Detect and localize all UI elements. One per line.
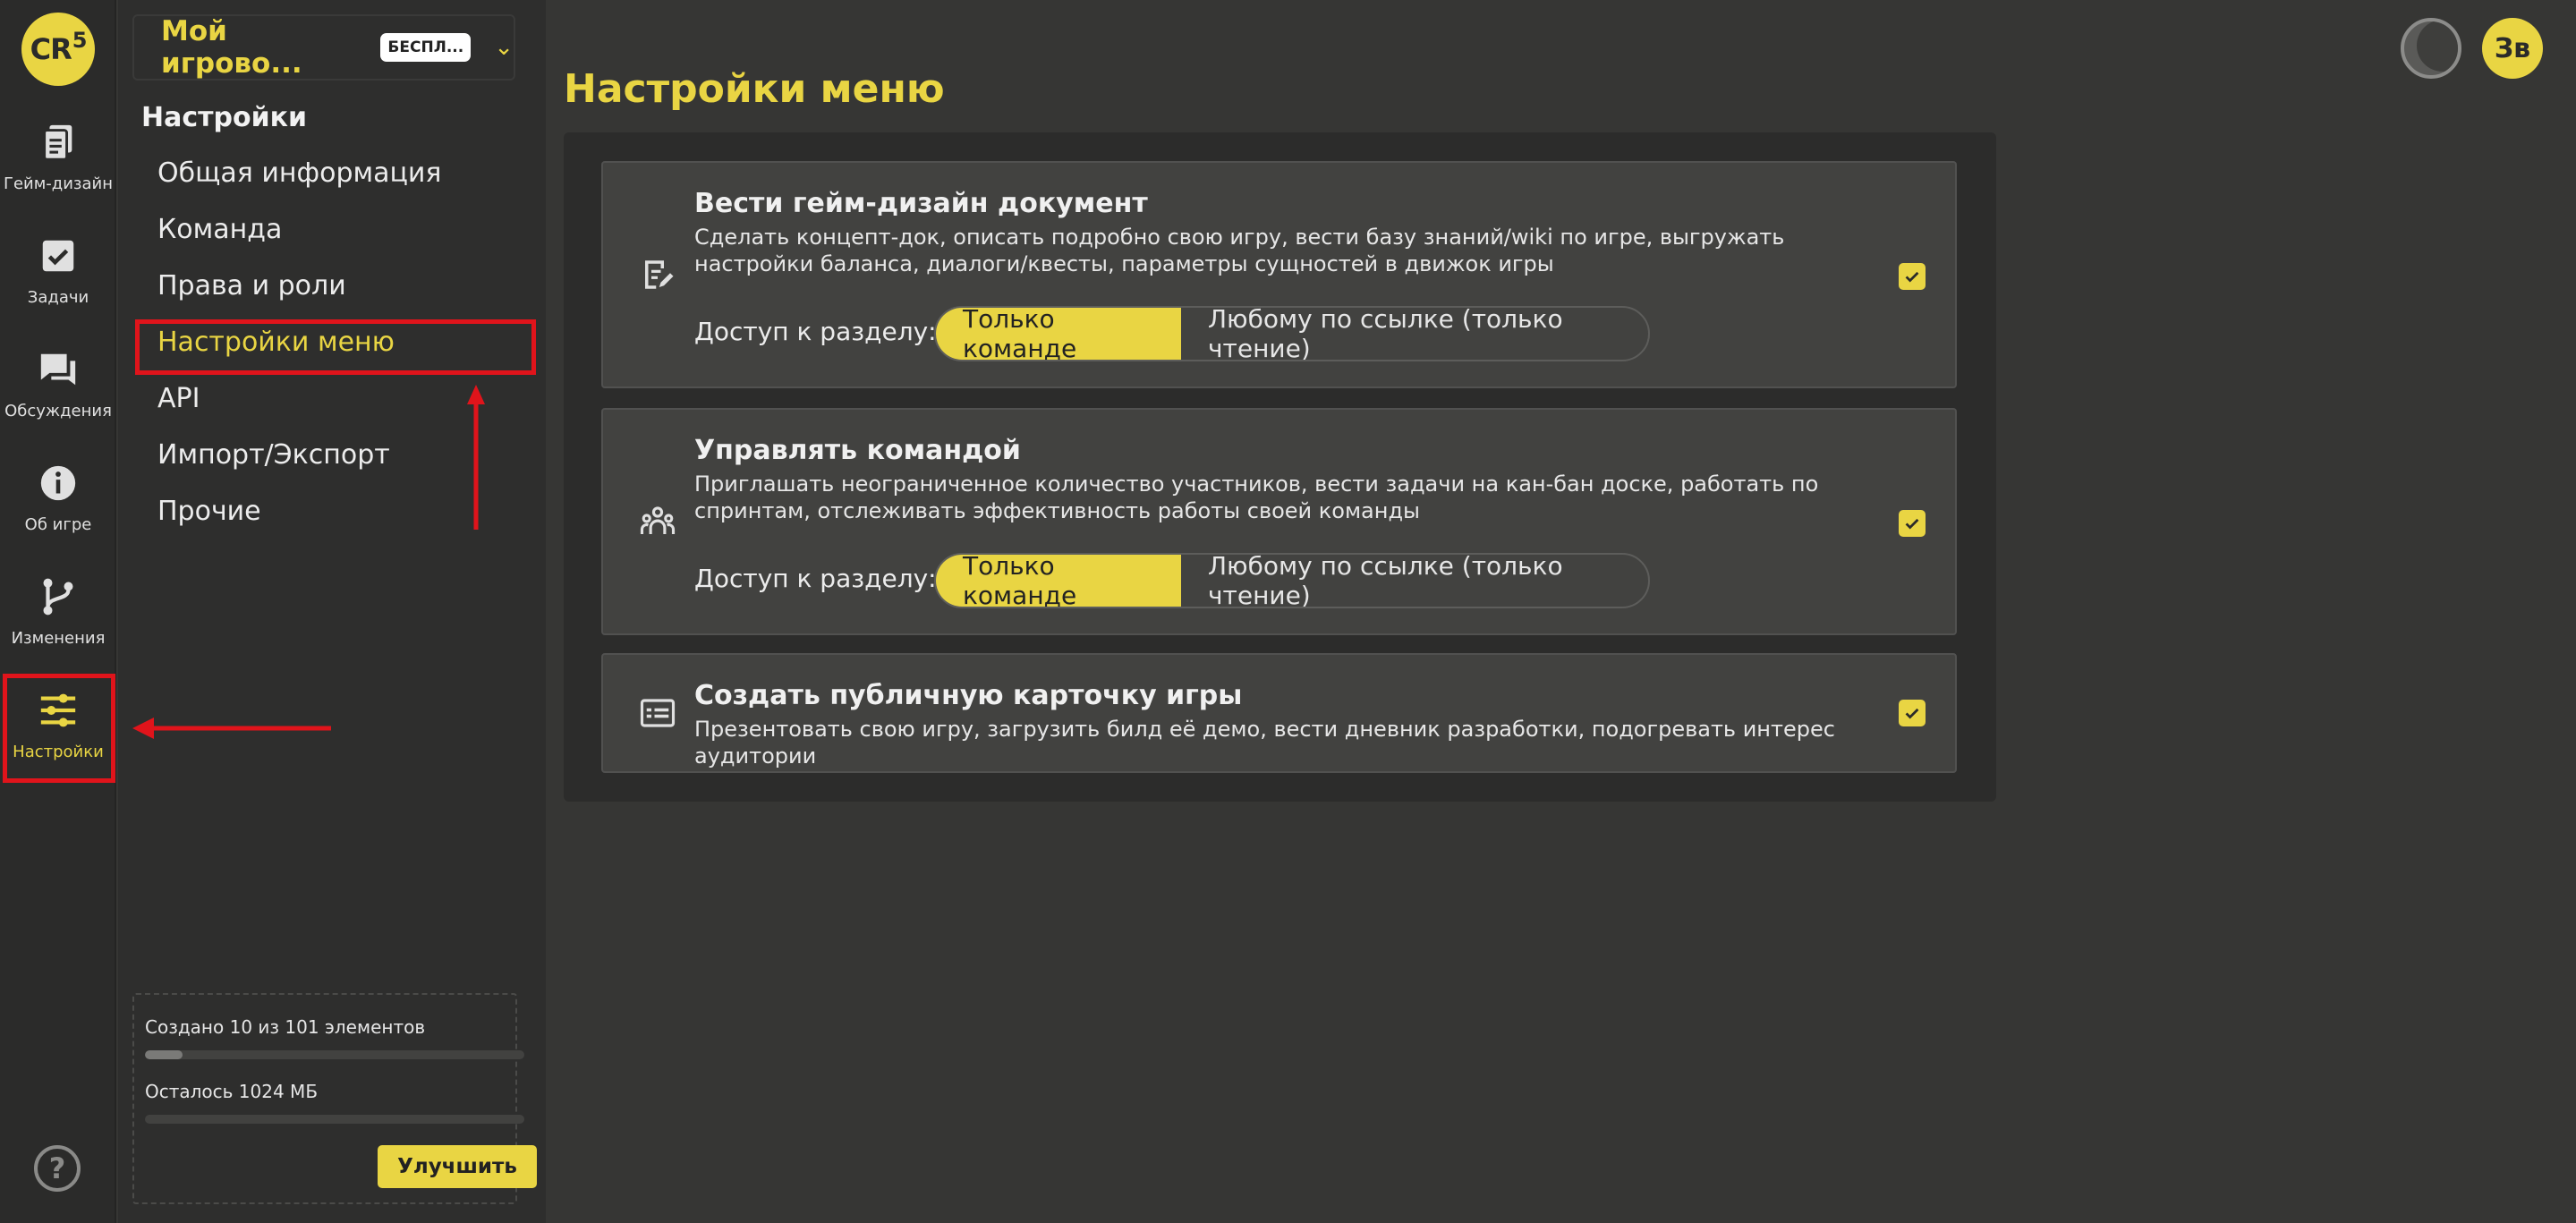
elements-usage-fill [145, 1050, 183, 1059]
theme-toggle-moon-icon[interactable] [2401, 18, 2461, 79]
rail-item-discussions[interactable]: Обсуждения [0, 327, 116, 431]
access-label: Доступ к разделу: [694, 564, 937, 593]
storage-usage-label: Осталось 1024 МБ [145, 1081, 319, 1102]
rail-label: Обсуждения [4, 402, 112, 420]
chevron-down-icon: ⌄ [494, 34, 514, 61]
card-enabled-checkbox[interactable] [1899, 263, 1926, 290]
rail-label: Задачи [27, 288, 89, 307]
help-glyph: ? [48, 1151, 66, 1185]
rail-label: Об игре [24, 515, 92, 534]
info-icon [35, 460, 81, 506]
menu-item-api[interactable]: API [157, 383, 200, 414]
rail-item-about-game[interactable]: Об игре [0, 441, 116, 545]
access-label: Доступ к разделу: [694, 317, 937, 346]
card-title: Создать публичную карточку игры [694, 680, 1243, 711]
card-game-design-doc: Вести гейм-дизайн документ Сделать конце… [601, 161, 1957, 388]
card-description: Сделать концепт-док, описать подробно св… [694, 225, 1785, 276]
elements-usage-bar [145, 1050, 524, 1059]
menu-item-import-export[interactable]: Импорт/Экспорт [157, 439, 390, 471]
card-description: Приглашать неограниченное количество уча… [694, 471, 1819, 523]
card-description: Презентовать свою игру, загрузить билд е… [694, 717, 1835, 769]
card-title: Вести гейм-дизайн документ [694, 188, 1148, 219]
menu-item-other[interactable]: Прочие [157, 496, 261, 527]
access-option-team-only[interactable]: Только команде [936, 308, 1181, 360]
annotation-highlight-menu-settings [135, 319, 536, 375]
rail-item-game-design[interactable]: Гейм-дизайн [0, 100, 116, 204]
checkmark-icon [1905, 271, 1919, 283]
icon-rail: CR 5 Гейм-дизайн Задачи Обсуждения Об игр… [0, 0, 116, 1223]
project-name: Мой игрово... [161, 15, 302, 80]
app-logo[interactable]: CR 5 [21, 13, 95, 86]
elements-usage-label: Создано 10 из 101 элементов [145, 1016, 426, 1038]
access-segmented-control: Только команде Любому по ссылке (только … [934, 306, 1650, 361]
checkmark-icon [1905, 708, 1919, 719]
settings-title: Настройки [141, 102, 308, 133]
rail-label: Гейм-дизайн [3, 174, 114, 193]
annotation-highlight-rail-settings [3, 674, 115, 783]
storage-usage-bar [145, 1115, 524, 1124]
usage-panel: Создано 10 из 101 элементов Осталось 102… [132, 993, 537, 1204]
plan-badge: БЕСПЛ... [380, 33, 472, 62]
team-icon [639, 503, 676, 540]
id-card-icon [639, 694, 676, 732]
checkmark-icon [1905, 518, 1919, 530]
user-avatar[interactable]: Зв [2482, 18, 2543, 79]
menu-item-general[interactable]: Общая информация [157, 157, 441, 189]
menu-item-roles[interactable]: Права и роли [157, 270, 346, 302]
rail-item-changes[interactable]: Изменения [0, 555, 116, 658]
upgrade-button[interactable]: Улучшить [378, 1145, 537, 1188]
access-option-public-link[interactable]: Любому по ссылке (только чтение) [1181, 555, 1648, 607]
menu-item-team[interactable]: Команда [157, 214, 282, 245]
git-branch-icon [35, 573, 81, 620]
document-icon [35, 119, 81, 166]
logo-sup: 5 [72, 28, 88, 53]
edit-document-icon [639, 256, 676, 293]
card-enabled-checkbox[interactable] [1899, 700, 1926, 726]
card-team-management: Управлять командой Приглашать неограниче… [601, 408, 1957, 635]
rail-label: Изменения [11, 629, 106, 648]
menu-settings-panel: Вести гейм-дизайн документ Сделать конце… [564, 132, 1996, 802]
access-option-public-link[interactable]: Любому по ссылке (только чтение) [1181, 308, 1648, 360]
card-public-game-card: Создать публичную карточку игры Презенто… [601, 653, 1957, 773]
access-segmented-control: Только команде Любому по ссылке (только … [934, 553, 1650, 608]
logo-text: CR [30, 32, 72, 66]
help-icon[interactable]: ? [34, 1145, 81, 1192]
card-enabled-checkbox[interactable] [1899, 510, 1926, 537]
rail-item-tasks[interactable]: Задачи [0, 214, 116, 318]
chat-icon [35, 346, 81, 393]
project-selector[interactable]: Мой игрово... БЕСПЛ... ⌄ [132, 14, 515, 81]
task-check-icon [35, 233, 81, 279]
card-title: Управлять командой [694, 435, 1021, 466]
access-option-team-only[interactable]: Только команде [936, 555, 1181, 607]
settings-sidebar: Мой игрово... БЕСПЛ... ⌄ Настройки Общая… [118, 0, 546, 1223]
page-title: Настройки меню [564, 66, 945, 112]
